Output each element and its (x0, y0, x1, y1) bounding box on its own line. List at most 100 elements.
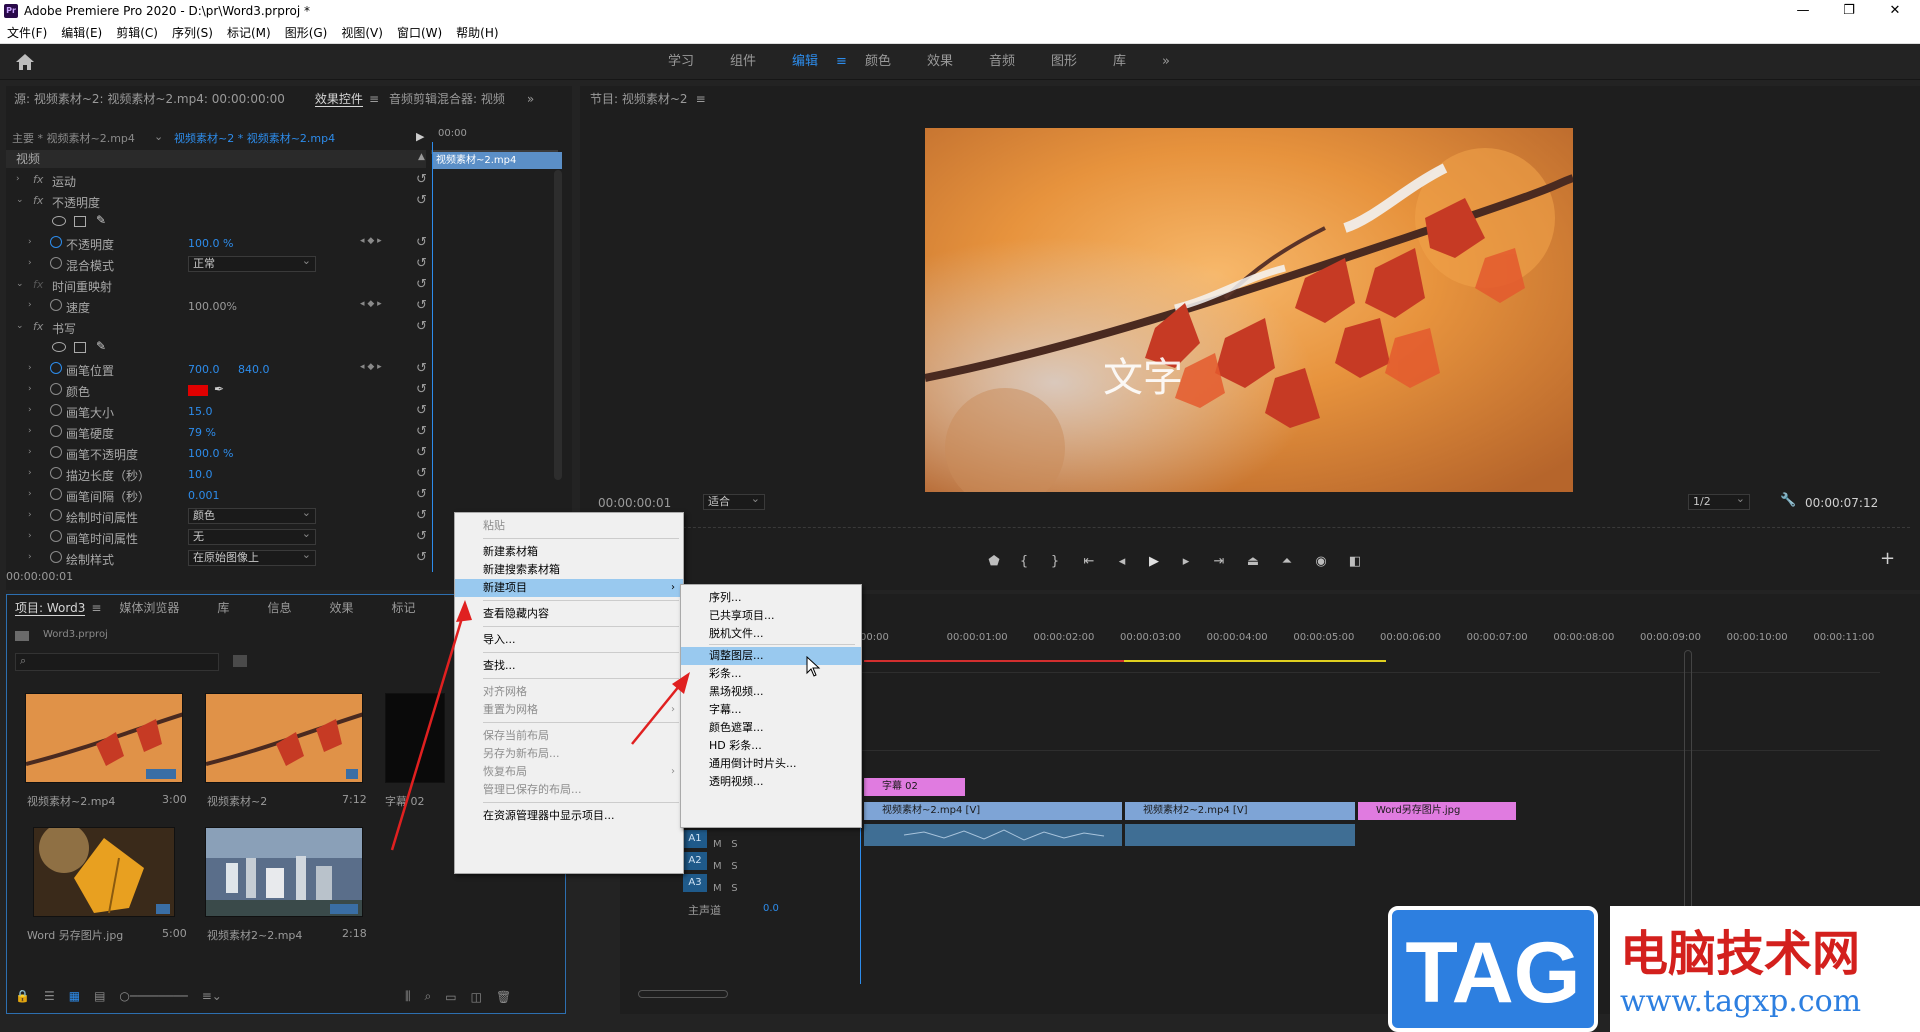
mini-clip-bar[interactable]: 视频素材~2.mp4 (432, 152, 562, 169)
menu-edit[interactable]: 编辑(E) (54, 22, 109, 44)
property-value[interactable]: 700.0 (188, 363, 220, 376)
keyframe-nav-icon[interactable]: ◂ ◆ ▸ (360, 236, 382, 246)
tab-project[interactable]: 项目: Word3 (15, 601, 86, 616)
image-clip[interactable]: Word另存图片.jpg (1358, 802, 1516, 820)
fx-icon[interactable]: fx (33, 278, 43, 291)
chevron-right-icon[interactable]: › (28, 300, 32, 310)
workspace-graphics[interactable]: 图形 (1033, 44, 1095, 80)
step-back-icon[interactable]: ◂ (1106, 554, 1138, 569)
reset-icon[interactable]: ↺ (416, 193, 427, 208)
stopwatch-icon[interactable] (50, 551, 62, 563)
lock-icon[interactable]: 🔒 (15, 989, 30, 1003)
reset-icon[interactable]: ↺ (416, 529, 427, 544)
mute-button[interactable]: M (713, 839, 722, 850)
chevron-right-icon[interactable]: › (28, 510, 32, 520)
new-item-option[interactable]: 已共享项目... (681, 607, 861, 625)
fx-icon[interactable]: fx (33, 173, 43, 186)
property-value[interactable]: 100.0 % (188, 237, 233, 250)
chevron-right-icon[interactable]: › (28, 426, 32, 436)
add-marker-icon[interactable]: ⬟ (978, 554, 1010, 569)
menu-clip[interactable]: 剪辑(C) (109, 22, 165, 44)
menu-sequence[interactable]: 序列(S) (165, 22, 220, 44)
program-timecode[interactable]: 00:00:00:01 (598, 496, 671, 510)
effect-row[interactable]: › fx 运动 ↺ (6, 170, 438, 191)
effect-row[interactable]: › 混合模式 正常 ↺ (6, 254, 438, 275)
fx-icon[interactable]: fx (33, 194, 43, 207)
reset-icon[interactable]: ↺ (416, 277, 427, 292)
workspace-audio[interactable]: 音频 (971, 44, 1033, 80)
new-item-icon[interactable]: ◫ (471, 990, 482, 1004)
property-dropdown[interactable]: 颜色 (188, 506, 316, 524)
new-item-option[interactable]: 彩条... (681, 665, 861, 683)
property-dropdown[interactable]: 无 (188, 527, 316, 545)
minimize-button[interactable]: — (1780, 0, 1826, 22)
stopwatch-icon[interactable] (50, 509, 62, 521)
step-forward-icon[interactable]: ▸ (1170, 554, 1202, 569)
chevron-right-icon[interactable]: › (28, 405, 32, 415)
new-bin-icon[interactable]: ▭ (445, 990, 456, 1004)
icon-view-icon[interactable]: ▦ (69, 989, 80, 1003)
tab-audio-mixer[interactable]: 音频剪辑混合器: 视频 (389, 86, 505, 112)
menu-markers[interactable]: 标记(M) (220, 22, 278, 44)
stopwatch-icon[interactable] (50, 446, 62, 458)
reset-icon[interactable]: ↺ (416, 172, 427, 187)
workspace-libraries[interactable]: 库 (1095, 44, 1144, 80)
new-item-option[interactable]: HD 彩条... (681, 737, 861, 755)
effect-row[interactable]: ⌄ fx 书写 ↺ (6, 317, 438, 338)
new-item-option[interactable]: 脱机文件... (681, 625, 861, 643)
master-volume[interactable]: 0.0 (763, 903, 779, 914)
add-button-icon[interactable]: + (1880, 548, 1895, 569)
property-dropdown[interactable]: 正常 (188, 254, 316, 272)
find-icon[interactable]: ⌕ (425, 989, 432, 1004)
workspace-assembly[interactable]: 组件 (712, 44, 774, 80)
rectangle-mask-icon[interactable] (74, 216, 86, 227)
stopwatch-icon[interactable] (50, 530, 62, 542)
thumb-video1[interactable] (25, 693, 183, 783)
chevron-down-icon[interactable]: ⌄ (16, 195, 24, 205)
reset-icon[interactable]: ↺ (416, 445, 427, 460)
close-button[interactable]: ✕ (1872, 0, 1918, 22)
stopwatch-icon[interactable] (50, 299, 62, 311)
thumb-image[interactable] (33, 827, 175, 917)
chevron-down-icon[interactable]: ⌄ (16, 321, 24, 331)
panel-more-icon[interactable]: » (527, 86, 534, 112)
effect-row[interactable]: › 画笔硬度 79 % ↺ (6, 422, 438, 443)
list-view-icon[interactable]: ☰ (44, 989, 55, 1003)
effect-row[interactable]: › 颜色 ✒ ↺ (6, 380, 438, 401)
stopwatch-icon[interactable] (50, 404, 62, 416)
tab-menu-icon[interactable]: ≡ (369, 86, 379, 112)
freeform-view-icon[interactable]: ▤ (94, 989, 105, 1003)
stopwatch-icon[interactable] (50, 236, 62, 248)
menu-view[interactable]: 视图(V) (334, 22, 390, 44)
color-swatch[interactable] (188, 385, 208, 396)
ellipse-mask-icon[interactable] (52, 342, 66, 352)
property-value[interactable]: 100.0 % (188, 447, 233, 460)
resolution-dropdown[interactable]: 1/2 (1688, 492, 1750, 510)
extract-icon[interactable]: ⏶ (1270, 554, 1304, 569)
reset-icon[interactable]: ↺ (416, 235, 427, 250)
mark-in-icon[interactable]: { (1010, 554, 1038, 569)
effect-row[interactable]: › 画笔不透明度 100.0 % ↺ (6, 443, 438, 464)
sequence-clip-label[interactable]: 视频素材~2 * 视频素材~2.mp4 (174, 130, 335, 146)
menu-file[interactable]: 文件(F) (0, 22, 54, 44)
reset-icon[interactable]: ↺ (416, 319, 427, 334)
chevron-right-icon[interactable]: › (28, 384, 32, 394)
effect-row[interactable]: › 绘制样式 在原始图像上 ↺ (6, 548, 438, 569)
chevron-right-icon[interactable]: › (28, 363, 32, 373)
pen-mask-icon[interactable]: ✎ (96, 213, 106, 227)
video-clip-2[interactable]: 视频素材2~2.mp4 [V] (1125, 802, 1355, 820)
play-small-icon[interactable]: ▶ (416, 130, 424, 143)
tab-effect-controls[interactable]: 效果控件 (314, 92, 363, 107)
effect-row[interactable]: ✎ (6, 212, 438, 233)
compare-view-icon[interactable]: ◧ (1338, 554, 1372, 569)
stopwatch-icon[interactable] (50, 383, 62, 395)
program-video-frame[interactable]: 文字 (925, 128, 1573, 492)
reset-icon[interactable]: ↺ (416, 361, 427, 376)
property-value-2[interactable]: 840.0 (238, 363, 270, 376)
context-menu-item[interactable]: 新建素材箱 (455, 543, 683, 561)
new-item-option[interactable]: 序列... (681, 589, 861, 607)
program-mini-ruler[interactable] (588, 518, 1910, 528)
new-item-option[interactable]: 黑场视频... (681, 683, 861, 701)
new-item-option[interactable]: 调整图层... (681, 647, 861, 665)
property-value[interactable]: 100.00% (188, 300, 237, 313)
